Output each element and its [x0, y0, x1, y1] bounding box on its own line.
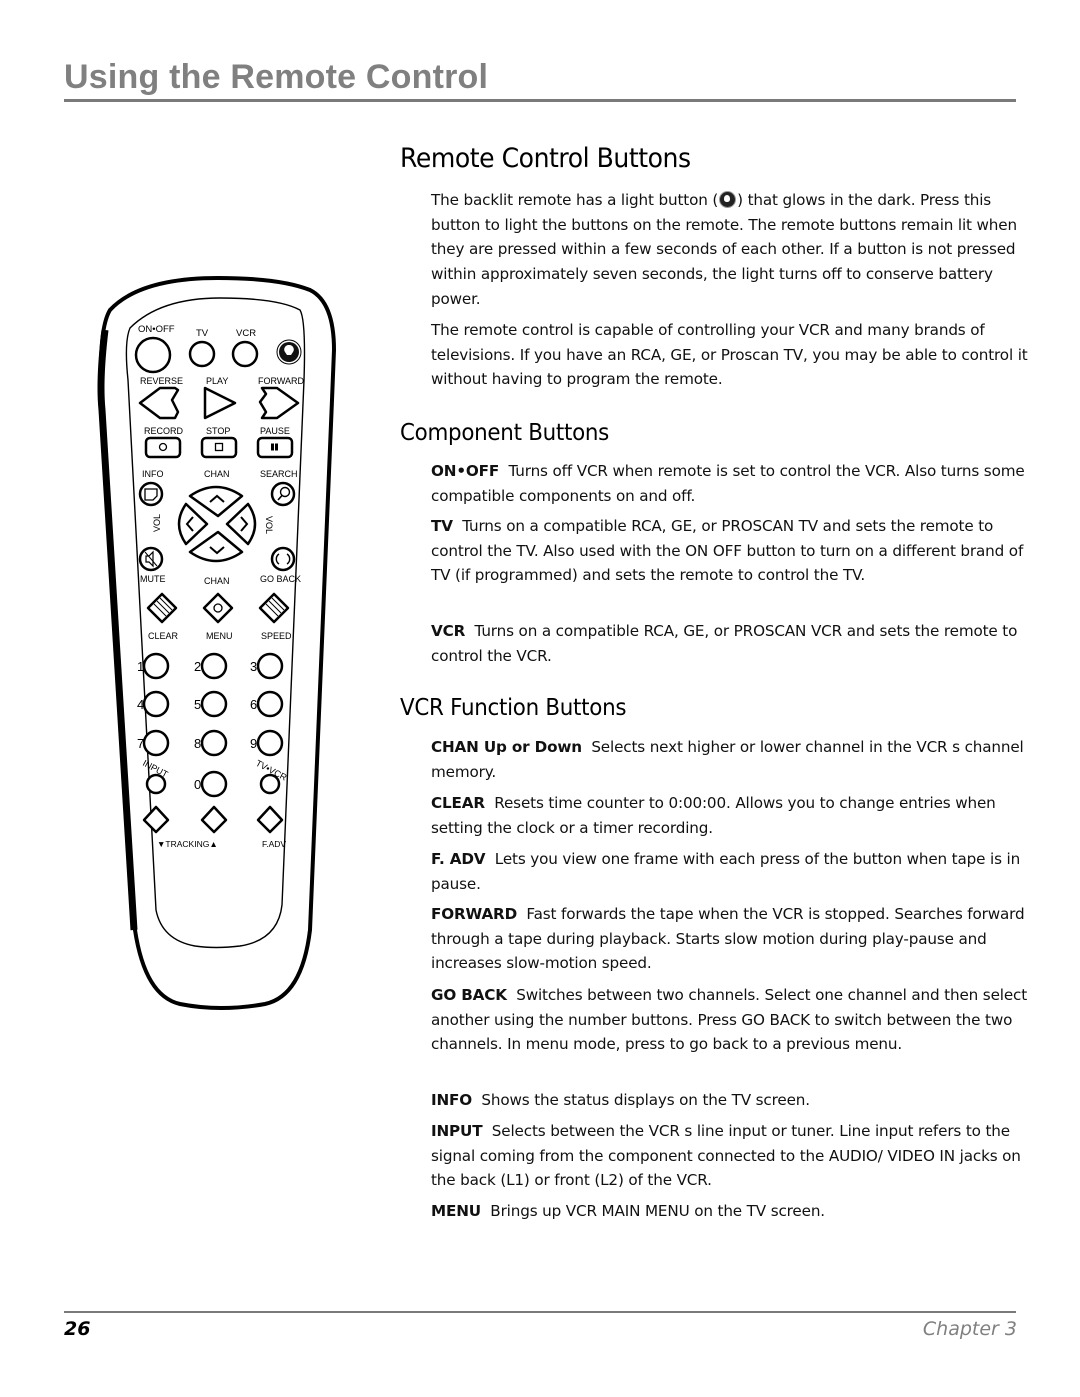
on-off-label: ON•OFF [138, 324, 175, 335]
chapter-label: Chapter 3 [922, 1318, 1017, 1340]
reverse-label: REVERSE [140, 376, 183, 386]
intro-paragraph-1: The backlit remote has a light button ()… [431, 188, 1031, 312]
svg-text:0: 0 [194, 777, 201, 792]
intro-text-before: The backlit remote has a light button ( [431, 191, 719, 209]
mute-button[interactable] [138, 546, 164, 572]
term: TV [431, 517, 453, 535]
definition-forward: FORWARD Fast forwards the tape when the … [431, 902, 1031, 976]
description: Turns on a compatible RCA, GE, or PROSCA… [431, 622, 1018, 665]
tv-label: TV [196, 328, 209, 339]
header-rule [64, 99, 1016, 102]
go-back-button[interactable] [270, 546, 296, 572]
term: VCR [431, 622, 466, 640]
search-label: SEARCH [260, 469, 298, 479]
definition-on-off: ON•OFF Turns off VCR when remote is set … [431, 459, 1031, 508]
section-title-component-buttons: Component Buttons [400, 420, 610, 446]
forward-label: FORWARD [258, 376, 304, 386]
description: Lets you view one frame with each press … [431, 850, 1021, 893]
definition-chan: CHAN Up or Down Selects next higher or l… [431, 735, 1031, 784]
page-title: Remote Control Buttons [400, 143, 691, 174]
pause-label: PAUSE [260, 426, 290, 436]
definition-menu: MENU Brings up VCR MAIN MENU on the TV s… [431, 1199, 1031, 1224]
term: INPUT [431, 1122, 483, 1140]
description: Fast forwards the tape when the VCR is s… [431, 905, 1025, 973]
vcr-button[interactable] [231, 340, 259, 368]
definition-fadv: F. ADV Lets you view one frame with each… [431, 847, 1031, 896]
definition-vcr: VCR Turns on a compatible RCA, GE, or PR… [431, 619, 1031, 668]
description: Turns on a compatible RCA, GE, or PROSCA… [431, 517, 1024, 585]
description: Turns off VCR when remote is set to cont… [431, 462, 1025, 505]
go-back-label: GO BACK [260, 574, 301, 584]
on-off-button[interactable] [134, 336, 172, 374]
svg-text:9: 9 [250, 736, 257, 751]
definition-input: INPUT Selects between the VCR s line inp… [431, 1119, 1031, 1193]
fadv-label: F.ADV [262, 839, 286, 849]
definition-tv: TV Turns on a compatible RCA, GE, or PRO… [431, 514, 1031, 588]
intro-paragraph-2: The remote control is capable of control… [431, 321, 1028, 389]
stop-button[interactable] [200, 436, 238, 459]
vol-right-label: VOL [264, 516, 274, 534]
term: F. ADV [431, 850, 486, 868]
term: INFO [431, 1091, 473, 1109]
definition-clear: CLEAR Resets time counter to 0:00:00. Al… [431, 791, 1031, 840]
vcr-label: VCR [236, 328, 256, 339]
svg-text:3: 3 [250, 659, 257, 674]
svg-text:2: 2 [194, 659, 201, 674]
tracking-label: ▼TRACKING▲ [157, 839, 218, 849]
record-label: RECORD [144, 426, 184, 436]
light-button[interactable] [276, 339, 302, 365]
chan-down-label: CHAN [204, 576, 230, 586]
menu-label: MENU [206, 631, 233, 641]
info-button[interactable] [138, 481, 164, 507]
svg-text:6: 6 [250, 697, 257, 712]
section-title-vcr-function-buttons: VCR Function Buttons [400, 695, 627, 721]
remote-control-illustration: ON•OFF TV VCR REVERSE PLAY FORWARD RECOR… [97, 275, 337, 1010]
definition-info: INFO Shows the status displays on the TV… [431, 1088, 1031, 1113]
svg-text:5: 5 [194, 697, 201, 712]
term: CHAN Up or Down [431, 738, 582, 756]
description: Selects between the VCR s line input or … [431, 1122, 1021, 1190]
term: GO BACK [431, 986, 507, 1004]
play-label: PLAY [206, 376, 228, 386]
tv-vcr-button[interactable] [259, 773, 281, 795]
mute-label: MUTE [140, 574, 166, 584]
record-button[interactable] [144, 436, 182, 459]
description: Resets time counter to 0:00:00. Allows y… [431, 794, 996, 837]
footer-rule [64, 1311, 1016, 1313]
pause-button[interactable] [256, 436, 294, 459]
vol-left-label: VOL [152, 514, 162, 532]
svg-text:8: 8 [194, 736, 201, 751]
speed-label: SPEED [261, 631, 292, 641]
info-label: INFO [142, 469, 164, 479]
input-button[interactable] [145, 773, 167, 795]
remote-body-outline [99, 275, 337, 1010]
term: CLEAR [431, 794, 485, 812]
chapter-title: Using the Remote Control [64, 58, 489, 96]
tv-button[interactable] [188, 340, 216, 368]
page-number: 26 [64, 1318, 91, 1340]
term: FORWARD [431, 905, 518, 923]
stop-label: STOP [206, 426, 230, 436]
chan-up-label: CHAN [204, 469, 230, 479]
clear-label: CLEAR [148, 631, 179, 641]
light-bulb-icon [719, 191, 737, 208]
search-button[interactable] [270, 481, 296, 507]
term: MENU [431, 1202, 481, 1220]
description: Shows the status displays on the TV scre… [481, 1091, 810, 1109]
definition-go-back: GO BACK Switches between two channels. S… [431, 983, 1031, 1057]
description: Brings up VCR MAIN MENU on the TV screen… [490, 1202, 825, 1220]
description: Switches between two channels. Select on… [431, 986, 1028, 1054]
term: ON•OFF [431, 462, 500, 480]
